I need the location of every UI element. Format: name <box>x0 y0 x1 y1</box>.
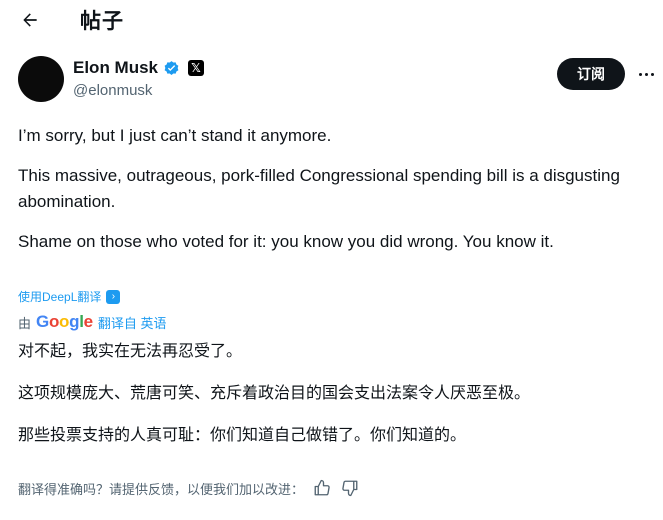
page-title: 帖子 <box>80 10 124 33</box>
subscribe-button[interactable]: 订阅 <box>557 58 625 90</box>
google-logo: Google <box>36 312 93 332</box>
verified-badge-icon <box>163 60 180 77</box>
translated-text: 对不起，我实在无法再忍受了。 这项规模庞大、荒唐可笑、充斥着政治目的国会支出法案… <box>18 340 648 448</box>
post-line-2: This massive, outrageous, pork-filled Co… <box>18 166 620 211</box>
more-horizontal-icon <box>650 72 654 76</box>
post-line-3: Shame on those who voted for it: you kno… <box>18 232 554 251</box>
arrow-left-icon <box>23 13 37 27</box>
avatar[interactable] <box>18 56 64 102</box>
translated-line-1: 对不起，我实在无法再忍受了。 <box>18 343 243 360</box>
deepl-label: 使用DeepL翻译 <box>18 290 102 304</box>
x-logo-icon: 𝕏 <box>188 60 205 76</box>
deepl-translate-link[interactable]: 使用DeepL翻译 › <box>18 288 121 305</box>
translated-from-link[interactable]: 翻译自 英语 <box>98 313 167 332</box>
author-name-row: Elon Musk 𝕏 <box>73 58 205 78</box>
author-handle[interactable]: @elonmusk <box>73 82 152 99</box>
translation-feedback: 翻译得准确吗？请提供反馈，以便我们加以改进： <box>18 478 360 498</box>
google-logo-letter: G <box>36 312 49 331</box>
top-bar: 帖子 <box>0 0 663 40</box>
google-logo-letter: o <box>48 312 60 331</box>
translated-by-prefix: 由 <box>18 315 32 331</box>
feedback-prompt: 翻译得准确吗？请提供反馈，以便我们加以改进： <box>18 481 305 497</box>
google-logo-letter: g <box>69 312 80 331</box>
more-horizontal-icon <box>644 72 648 76</box>
deepl-icon: › <box>106 289 121 304</box>
post-text: I’m sorry, but I just can’t stand it any… <box>18 123 648 255</box>
thumbs-up-button[interactable] <box>312 478 332 498</box>
google-logo-letter: o <box>59 312 70 331</box>
back-button[interactable] <box>14 4 46 36</box>
thumbs-down-button[interactable] <box>340 478 360 498</box>
google-logo-letter: e <box>83 312 93 331</box>
more-horizontal-icon <box>638 72 642 76</box>
thumbs-down-icon <box>342 480 358 497</box>
thumbs-up-icon <box>314 479 330 496</box>
more-options-button[interactable] <box>632 60 660 88</box>
post-line-1: I’m sorry, but I just can’t stand it any… <box>18 126 332 145</box>
google-translate-attribution: 由 Google 翻译自 英语 <box>18 312 166 332</box>
author-display-name[interactable]: Elon Musk <box>73 58 158 78</box>
translated-line-3: 那些投票支持的人真可耻：你们知道自己做错了。你们知道的。 <box>18 427 467 444</box>
translated-line-2: 这项规模庞大、荒唐可笑、充斥着政治目的国会支出法案令人厌恶至极。 <box>18 385 531 402</box>
